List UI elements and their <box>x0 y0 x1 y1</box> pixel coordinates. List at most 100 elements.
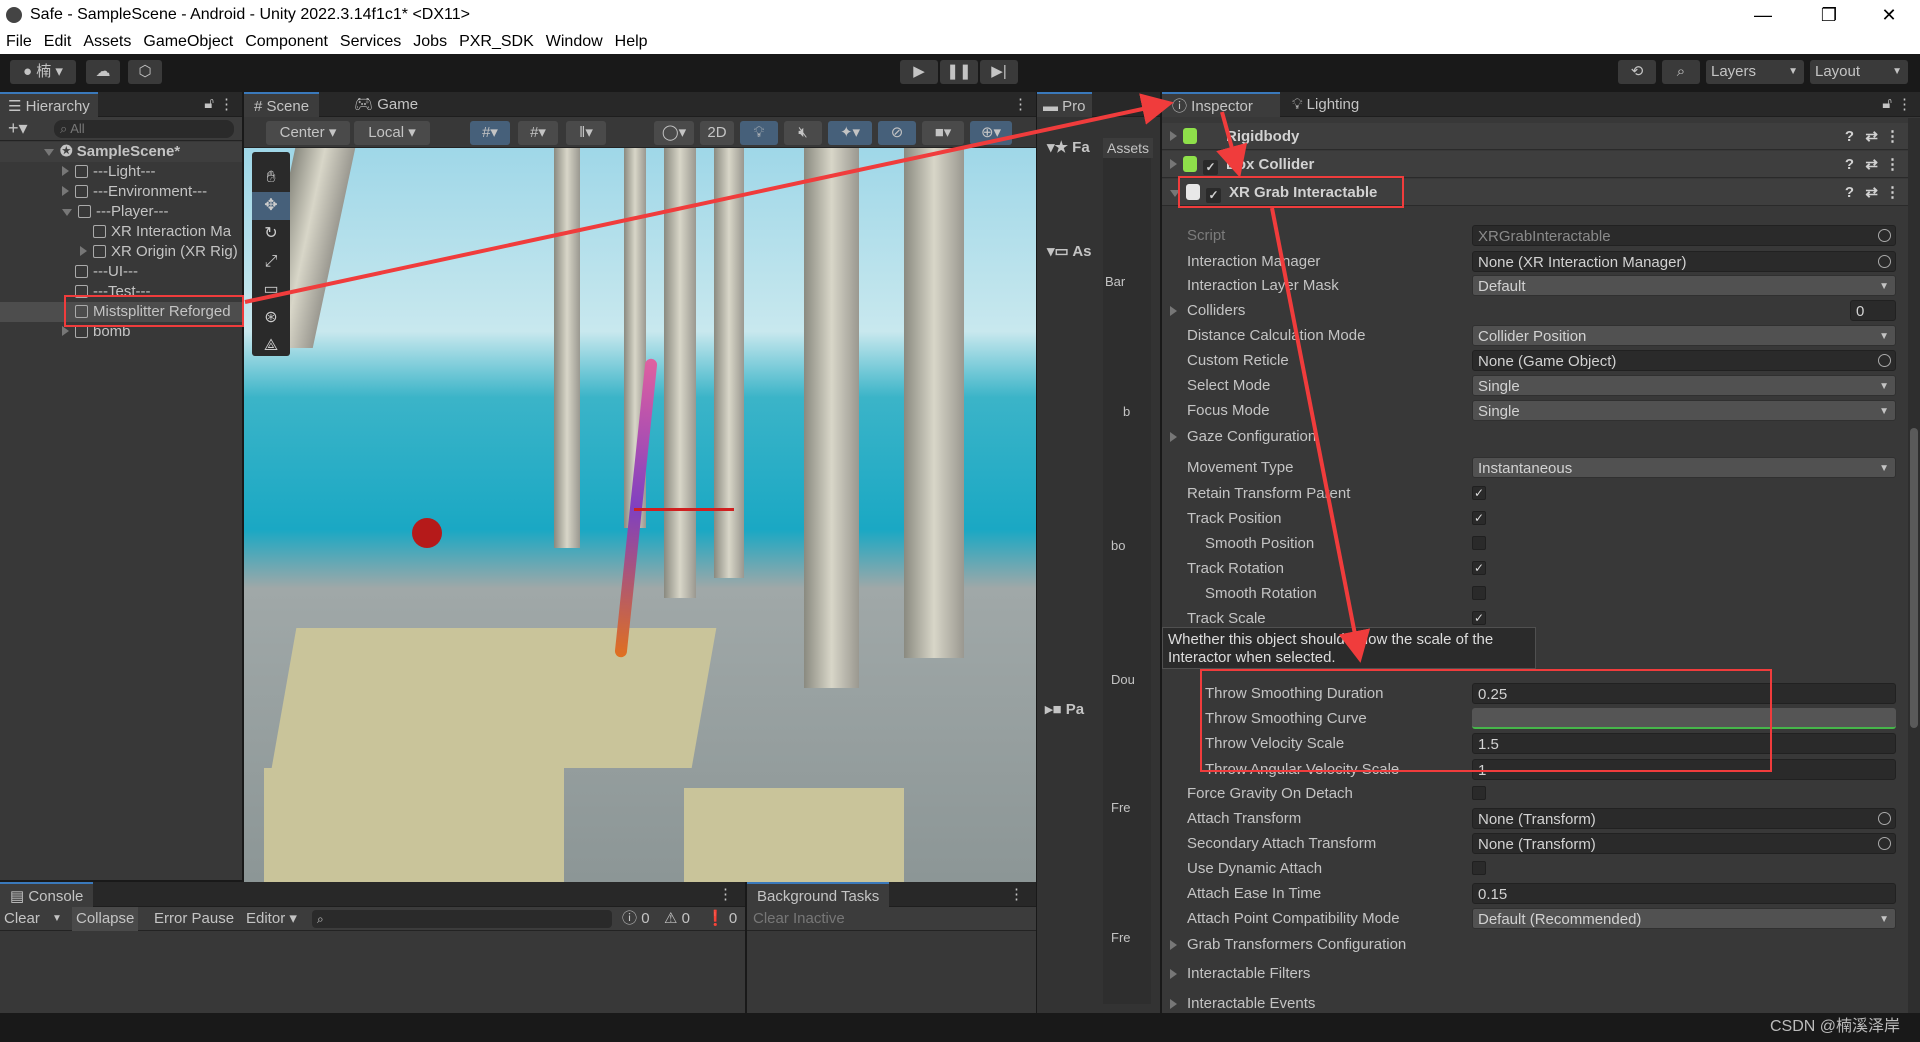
lighting-toggle[interactable]: 💡︎ <box>740 121 778 145</box>
more-icon[interactable]: ⋮ <box>219 95 234 113</box>
gizmos-dropdown[interactable]: ⊕▾ <box>970 121 1012 145</box>
more-icon[interactable]: ⋮ <box>1013 95 1028 113</box>
scrollbar-thumb[interactable] <box>1910 428 1918 728</box>
menu-edit[interactable]: Edit <box>38 33 78 51</box>
menu-pxr-sdk[interactable]: PXR_SDK <box>453 33 540 51</box>
property-dropdown[interactable]: Single ▼ <box>1472 400 1896 421</box>
error-pause-toggle[interactable]: Error Pause <box>154 907 234 931</box>
property-label[interactable]: Grab Transformers Configuration <box>1187 932 1406 957</box>
component-header[interactable]: Rigidbody? ⇄ ⋮ <box>1162 123 1908 150</box>
more-icon[interactable]: ⋮ <box>1885 179 1900 206</box>
property-dropdown[interactable]: Default ▼ <box>1472 275 1896 296</box>
shading-mode-button[interactable]: ◯▾ <box>654 121 694 145</box>
object-picker-icon[interactable] <box>1878 812 1891 825</box>
tab-background-tasks[interactable]: Background Tasks <box>747 882 890 907</box>
object-field[interactable]: XRGrabInteractable <box>1472 225 1896 246</box>
maximize-button[interactable]: ❐ <box>1806 2 1852 28</box>
property-dropdown[interactable]: Default (Recommended) ▼ <box>1472 908 1896 929</box>
add-button[interactable]: +▾ <box>8 118 28 139</box>
preset-icon[interactable]: ⇄ <box>1865 179 1878 206</box>
packages-node[interactable]: ▸■ Pa <box>1045 700 1084 718</box>
menu-jobs[interactable]: Jobs <box>407 33 453 51</box>
help-icon[interactable]: ? <box>1845 151 1854 178</box>
warning-filter-toggle[interactable]: ⚠ 0 <box>664 907 690 931</box>
asset-item[interactable]: Bar <box>1105 274 1125 289</box>
bomb-object[interactable] <box>412 518 442 548</box>
asset-item[interactable]: b <box>1123 404 1130 419</box>
tab-inspector[interactable]: ⓘ Inspector <box>1162 92 1280 117</box>
more-icon[interactable]: ⋮ <box>1897 95 1912 113</box>
expand-icon[interactable] <box>62 209 72 216</box>
property-dropdown[interactable]: Collider Position ▼ <box>1472 325 1896 346</box>
pause-button[interactable]: ❚❚ <box>940 60 978 84</box>
step-button[interactable]: ▶| <box>980 60 1018 84</box>
error-filter-toggle[interactable]: ❗ 0 <box>706 907 737 931</box>
minimize-button[interactable]: — <box>1740 2 1786 28</box>
object-picker-icon[interactable] <box>1878 229 1891 242</box>
property-checkbox[interactable] <box>1472 586 1486 600</box>
increment-snap-button[interactable]: ‖▾ <box>566 121 606 145</box>
object-picker-icon[interactable] <box>1878 837 1891 850</box>
tab-lighting[interactable]: 💡︎ Lighting <box>1282 92 1369 117</box>
object-picker-icon[interactable] <box>1878 354 1891 367</box>
inspector-scrollbar[interactable] <box>1908 118 1920 1013</box>
collab-button[interactable]: ⬡ <box>128 60 162 84</box>
foldout-icon[interactable] <box>1170 131 1177 141</box>
lock-icon[interactable]: 🔓︎ <box>204 95 214 112</box>
account-button[interactable]: ● 楠 ▾ <box>10 60 76 84</box>
hierarchy-item[interactable]: XR Interaction Ma <box>0 222 242 242</box>
hierarchy-item[interactable]: ---Environment--- <box>0 182 242 202</box>
move-gizmo-x-axis[interactable] <box>634 508 734 511</box>
2d-toggle[interactable]: 2D <box>700 121 734 145</box>
tab-hierarchy[interactable]: ☰ Hierarchy <box>0 92 98 117</box>
array-size-input[interactable]: 0 <box>1850 300 1896 321</box>
menu-help[interactable]: Help <box>609 33 654 51</box>
property-label[interactable]: Interactable Events <box>1187 991 1315 1016</box>
scene-viewport[interactable]: ✋︎ ✥ ↻ ⤢ ▭ ⊛ ⟁ <box>244 148 1036 882</box>
expand-icon[interactable] <box>44 149 54 156</box>
menu-gameobject[interactable]: GameObject <box>137 33 239 51</box>
hierarchy-item[interactable]: ---Light--- <box>0 162 242 182</box>
custom-tool-icon[interactable]: ⟁ <box>252 332 290 360</box>
audio-toggle[interactable]: 🔇︎ <box>784 121 822 145</box>
effects-dropdown[interactable]: ✦▾ <box>828 121 872 145</box>
log-filter-toggle[interactable]: ⓘ 0 <box>622 907 650 931</box>
history-button[interactable]: ⟲ <box>1618 60 1656 84</box>
clear-options-dropdown[interactable]: ▼ <box>52 907 62 931</box>
property-checkbox[interactable]: ✓ <box>1472 486 1486 500</box>
lock-icon[interactable]: 🔓︎ <box>1882 95 1892 112</box>
hierarchy-item[interactable]: XR Origin (XR Rig) <box>0 242 242 262</box>
property-dropdown[interactable]: Instantaneous ▼ <box>1472 457 1896 478</box>
more-icon[interactable]: ⋮ <box>718 885 733 903</box>
property-checkbox[interactable]: ✓ <box>1472 511 1486 525</box>
property-checkbox[interactable]: ✓ <box>1472 611 1486 625</box>
move-tool-icon[interactable]: ✥ <box>252 192 290 220</box>
tab-console[interactable]: ▤ Console <box>0 882 94 907</box>
property-checkbox[interactable] <box>1472 536 1486 550</box>
property-checkbox[interactable] <box>1472 786 1486 800</box>
object-field[interactable]: None (Transform) <box>1472 808 1896 829</box>
property-checkbox[interactable] <box>1472 861 1486 875</box>
foldout-icon[interactable] <box>1170 999 1177 1009</box>
favorites-node[interactable]: ▾★ Fa <box>1047 138 1090 156</box>
scale-tool-icon[interactable]: ⤢ <box>252 248 290 276</box>
layers-dropdown[interactable]: Layers ▼ <box>1706 60 1804 84</box>
foldout-icon[interactable] <box>1170 432 1177 442</box>
component-header[interactable]: ✓ Box Collider? ⇄ ⋮ <box>1162 151 1908 178</box>
space-dropdown[interactable]: Local ▾ <box>354 121 430 145</box>
object-field[interactable]: None (Transform) <box>1472 833 1896 854</box>
property-label[interactable]: Gaze Configuration <box>1187 424 1316 449</box>
hierarchy-search-input[interactable]: ⌕ All <box>54 120 234 138</box>
transform-tool-icon[interactable]: ⊛ <box>252 304 290 332</box>
asset-item[interactable]: Fre <box>1111 800 1131 815</box>
foldout-icon[interactable] <box>1170 969 1177 979</box>
menu-assets[interactable]: Assets <box>77 33 137 51</box>
snap-button[interactable]: #▾ <box>518 121 558 145</box>
camera-dropdown[interactable]: ■▾ <box>922 121 964 145</box>
expand-icon[interactable] <box>62 326 69 336</box>
rotate-tool-icon[interactable]: ↻ <box>252 220 290 248</box>
object-picker-icon[interactable] <box>1878 255 1891 268</box>
menu-services[interactable]: Services <box>334 33 407 51</box>
preset-icon[interactable]: ⇄ <box>1865 123 1878 150</box>
menu-file[interactable]: File <box>0 33 38 51</box>
